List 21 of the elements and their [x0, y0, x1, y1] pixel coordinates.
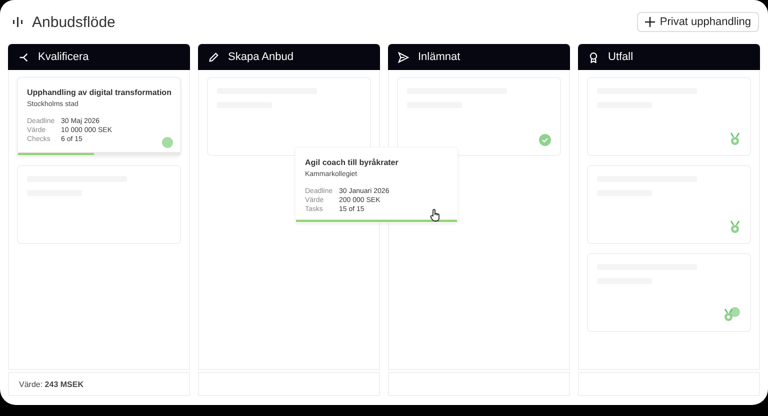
check-icon [539, 134, 551, 146]
pencil-icon [208, 52, 219, 62]
column-header: Skapa Anbud [198, 44, 380, 70]
plus-icon [644, 17, 655, 27]
bars-icon [12, 17, 24, 27]
card-title: Agil coach till byråkrater [305, 157, 400, 168]
medal-icon [729, 132, 741, 146]
column-header: Inlämnat [388, 44, 570, 70]
page-title: Anbudsflöde [32, 14, 116, 30]
column-header: Kvalificera [8, 44, 190, 70]
share-icon [18, 52, 29, 62]
medals-icon [723, 306, 741, 322]
add-button[interactable]: Privat upphandling [636, 12, 759, 32]
hand-cursor-icon [430, 209, 441, 222]
medal-icon [729, 220, 741, 234]
card-title: Upphandling av digital transformation [27, 87, 171, 98]
total-value: Värde: 243 MSEK [19, 380, 84, 388]
status-dot [162, 137, 173, 148]
column-header: Utfall [578, 44, 760, 70]
medal-icon [588, 52, 599, 62]
send-icon [398, 52, 409, 62]
